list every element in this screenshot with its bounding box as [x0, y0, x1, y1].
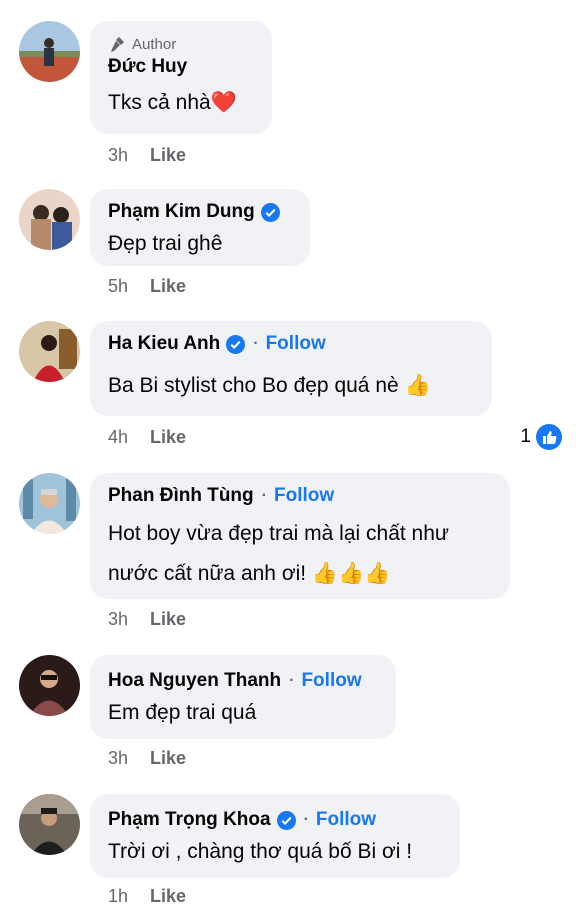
comment-bubble: Phạm Kim Dung Đẹp trai ghê	[90, 189, 310, 266]
avatar[interactable]	[19, 321, 80, 382]
avatar[interactable]	[19, 21, 80, 82]
avatar[interactable]	[19, 189, 80, 250]
comment-text: Trời ơi , chàng thơ quá bố Bi ơi !	[108, 840, 413, 863]
comment-bubble: Phạm Trọng Khoa · Follow Trời ơi , chàng…	[90, 794, 460, 878]
follow-button[interactable]: Follow	[301, 669, 361, 693]
follow-button[interactable]: Follow	[266, 332, 326, 356]
comment-meta: 5h Like	[108, 276, 186, 297]
avatar[interactable]	[19, 655, 80, 716]
follow-button[interactable]: Follow	[316, 808, 376, 832]
separator-dot: ·	[303, 811, 309, 828]
verified-badge-icon	[226, 334, 246, 354]
like-button[interactable]: Like	[150, 748, 186, 768]
verified-badge-icon	[276, 810, 296, 830]
comment-text: Đẹp trai ghê	[108, 232, 223, 255]
commenter-name[interactable]: Phan Đình Tùng	[108, 484, 254, 508]
commenter-name[interactable]: Phạm Trọng Khoa	[108, 808, 271, 832]
timestamp[interactable]: 4h	[108, 427, 128, 447]
comment-bubble: Hoa Nguyen Thanh · Follow Em đẹp trai qu…	[90, 655, 396, 739]
comment-text: Tks cả nhà❤️	[108, 91, 237, 114]
like-button[interactable]: Like	[150, 609, 186, 629]
comment-bubble: Author Đức Huy Tks cả nhà❤️	[90, 21, 272, 134]
comment-text-line-1: Hot boy vừa đẹp trai mà lại chất như	[108, 522, 449, 545]
author-badge-label: Author	[132, 35, 177, 53]
comment-meta: 4h Like	[108, 427, 186, 448]
comment-meta: 3h Like	[108, 145, 186, 166]
comment-text: Ba Bi stylist cho Bo đẹp quá nè 👍	[108, 374, 431, 397]
commenter-name[interactable]: Ha Kieu Anh	[108, 332, 220, 356]
comment-bubble: Ha Kieu Anh · Follow Ba Bi stylist cho B…	[90, 321, 492, 416]
comment-text: Em đẹp trai quá	[108, 701, 257, 724]
separator-dot: ·	[253, 335, 259, 352]
comment-meta: 3h Like	[108, 609, 186, 630]
comment-meta: 1h Like	[108, 886, 186, 907]
like-button[interactable]: Like	[150, 427, 186, 447]
timestamp[interactable]: 5h	[108, 276, 128, 296]
like-button[interactable]: Like	[150, 276, 186, 296]
reaction-summary[interactable]: 1	[520, 424, 562, 450]
like-button[interactable]: Like	[150, 886, 186, 906]
avatar[interactable]	[19, 473, 80, 534]
timestamp[interactable]: 3h	[108, 145, 128, 165]
comment-bubble: Phan Đình Tùng · Follow Hot boy vừa đẹp …	[90, 473, 510, 599]
commenter-name[interactable]: Đức Huy	[108, 55, 187, 79]
verified-badge-icon	[260, 202, 280, 222]
comment-meta: 3h Like	[108, 748, 186, 769]
reaction-count: 1	[520, 426, 531, 447]
commenter-name[interactable]: Hoa Nguyen Thanh	[108, 669, 281, 693]
timestamp[interactable]: 3h	[108, 609, 128, 629]
follow-button[interactable]: Follow	[274, 484, 334, 508]
timestamp[interactable]: 1h	[108, 886, 128, 906]
author-badge: Author	[108, 35, 254, 53]
avatar[interactable]	[19, 794, 80, 855]
commenter-name[interactable]: Phạm Kim Dung	[108, 200, 255, 224]
thumbs-up-icon	[536, 424, 562, 450]
separator-dot: ·	[261, 487, 267, 504]
timestamp[interactable]: 3h	[108, 748, 128, 768]
like-button[interactable]: Like	[150, 145, 186, 165]
comment-text-line-2: nước cất nữa anh ơi! 👍👍👍	[108, 562, 391, 585]
microphone-icon	[111, 37, 124, 52]
separator-dot: ·	[289, 672, 295, 689]
